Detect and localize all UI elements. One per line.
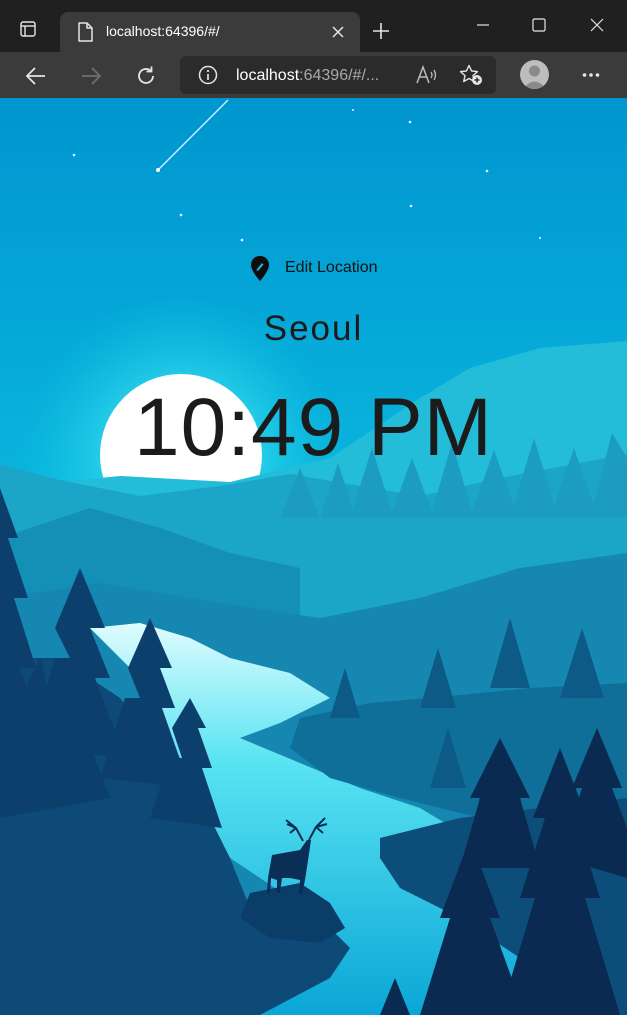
profile-avatar[interactable] [520, 60, 549, 89]
browser-titlebar: localhost:64396/#/ [0, 0, 627, 52]
close-tab-icon[interactable] [331, 25, 345, 39]
close-window-icon[interactable] [590, 18, 604, 32]
more-icon[interactable] [582, 72, 600, 78]
edit-location-button[interactable]: Edit Location [242, 254, 392, 282]
current-time: 10:49 PM [134, 382, 493, 473]
landscape-background [0, 98, 627, 1015]
read-aloud-icon[interactable] [416, 65, 438, 85]
add-favorite-icon[interactable] [459, 64, 483, 86]
tab-title: localhost:64396/#/ [106, 23, 220, 39]
forward-arrow-icon[interactable] [80, 65, 102, 87]
new-tab-plus-icon[interactable] [372, 22, 390, 40]
url-text[interactable]: localhost:64396/#/... [236, 67, 379, 85]
url-path: :64396/#/... [299, 67, 380, 84]
browser-window: localhost:64396/#/ localhost:64396/#/...… [0, 0, 627, 1015]
refresh-icon[interactable] [135, 65, 157, 87]
person-icon [523, 65, 546, 89]
browser-toolbar: localhost:64396/#/... [0, 52, 627, 98]
maximize-icon[interactable] [532, 18, 546, 32]
location-pin-icon [251, 256, 269, 281]
back-arrow-icon[interactable] [25, 65, 47, 87]
info-icon[interactable] [198, 65, 218, 85]
browser-tab[interactable]: localhost:64396/#/ [60, 12, 360, 52]
url-host: localhost [236, 67, 300, 84]
address-bar[interactable]: localhost:64396/#/... [180, 56, 496, 94]
page-icon [78, 22, 93, 42]
page-content: Edit Location Seoul 10:49 PM [0, 98, 627, 1015]
location-name: Seoul [263, 309, 364, 348]
edit-location-label: Edit Location [285, 259, 378, 276]
minimize-icon[interactable] [476, 18, 490, 32]
sidebar-toggle-icon[interactable] [20, 21, 36, 37]
